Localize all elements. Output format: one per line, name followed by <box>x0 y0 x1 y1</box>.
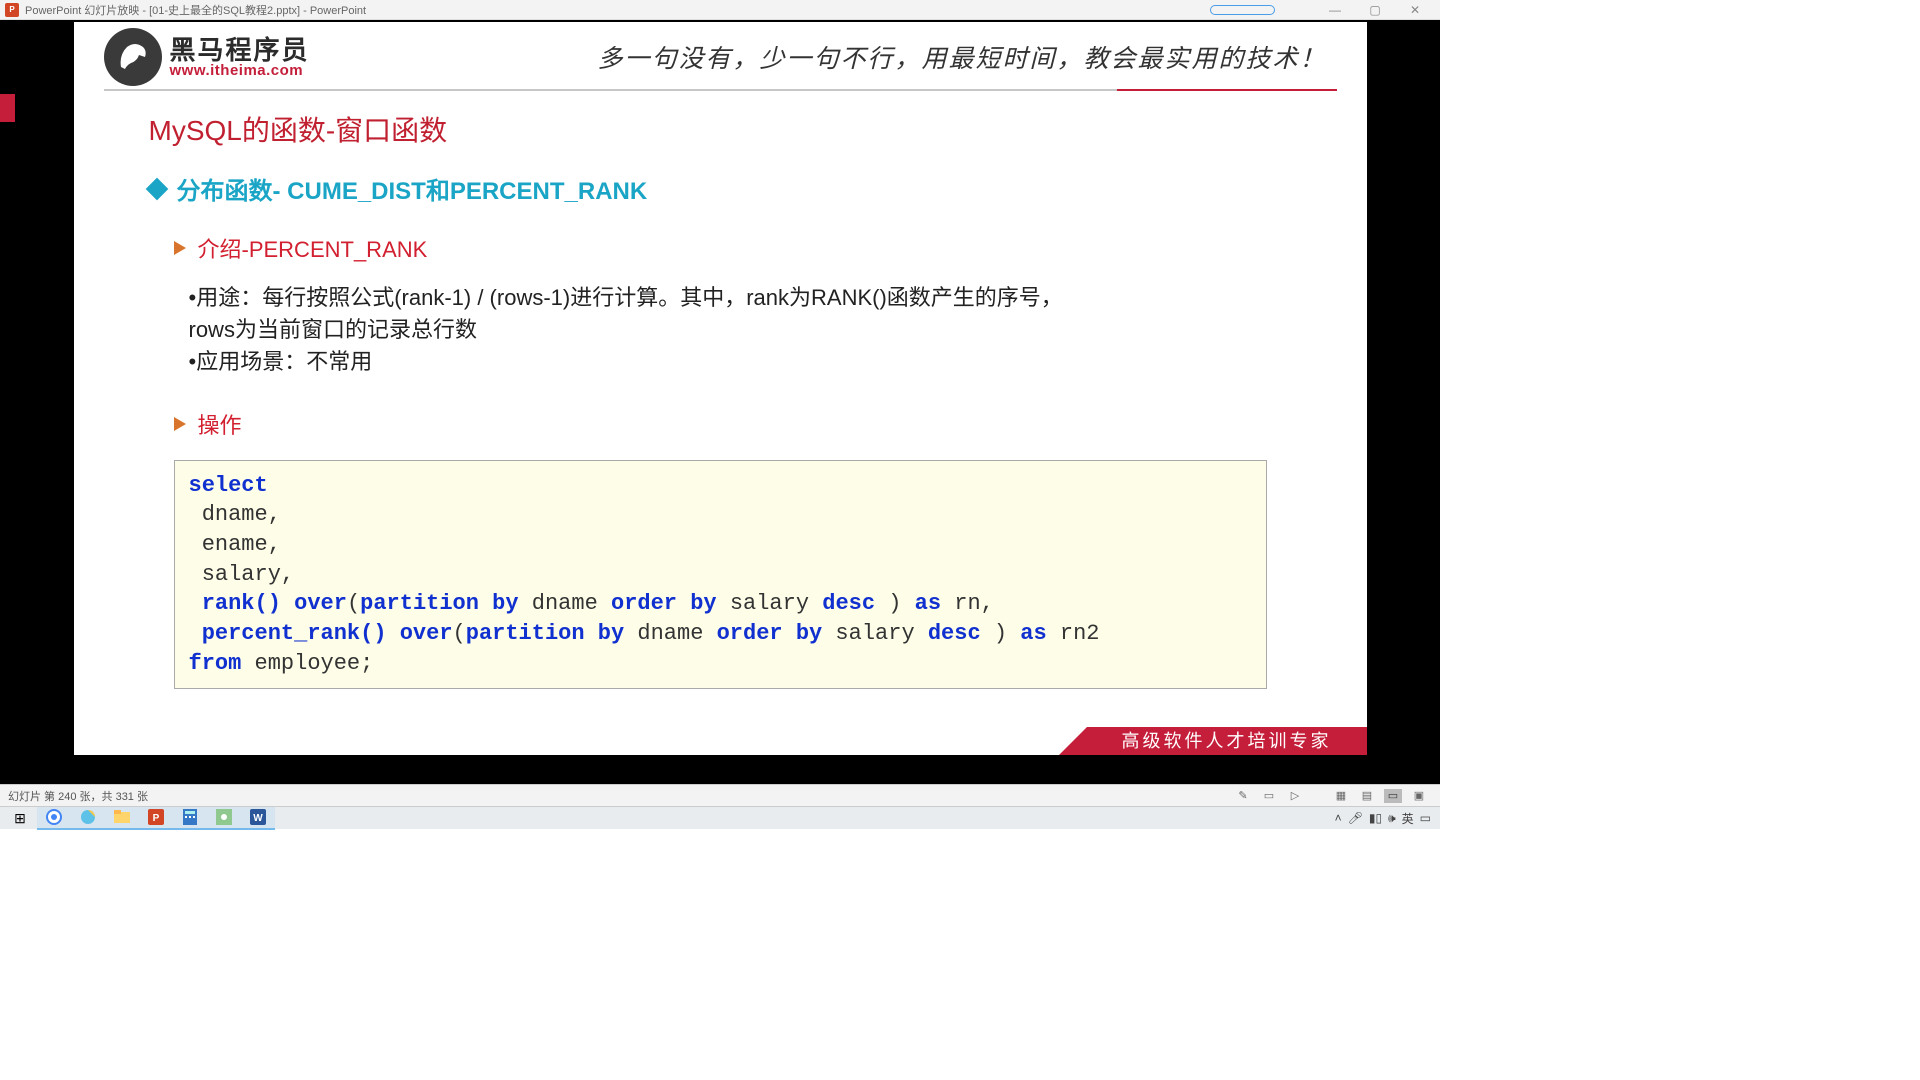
tray-chevron-up-icon[interactable]: ˄ <box>1335 811 1342 825</box>
taskbar-calculator-icon[interactable] <box>173 807 207 830</box>
code-block: select dname, ename, salary, rank() over… <box>174 460 1267 690</box>
logo: 黑马程序员 www.itheima.com <box>104 28 310 86</box>
description-block: •用途：每行按照公式(rank-1) / (rows-1)进行计算。其中，ran… <box>189 282 1109 378</box>
header-divider <box>104 89 1337 91</box>
code-line: salary, <box>189 560 1252 590</box>
taskbar-app-icon[interactable] <box>207 807 241 830</box>
subsection-operation: 操作 <box>174 408 1367 440</box>
reading-view-icon[interactable]: ▭ <box>1384 789 1402 803</box>
taskbar-explorer-icon[interactable] <box>105 807 139 830</box>
statusbar: 幻灯片 第 240 张，共 331 张 ✎ ▭ ▷ ▦ ▤ ▭ ▣ <box>0 784 1440 806</box>
footer-ribbon: 高级软件人才培训专家 <box>1087 727 1367 755</box>
code-line: ename, <box>189 530 1252 560</box>
normal-view-icon[interactable]: ▦ <box>1332 789 1350 803</box>
svg-text:W: W <box>253 813 263 824</box>
pen-tool-icon[interactable]: ✎ <box>1234 789 1252 803</box>
logo-icon <box>104 28 162 86</box>
section-heading-text: 分布函数- CUME_DIST和PERCENT_RANK <box>177 171 648 206</box>
subtitles-icon[interactable]: ▭ <box>1260 789 1278 803</box>
code-line: percent_rank() over(partition by dname o… <box>189 619 1252 649</box>
tray-volume-icon[interactable]: 🕪 <box>1388 811 1396 826</box>
tray-notifications-icon[interactable]: ▭ <box>1420 811 1431 825</box>
arrow-bullet-icon <box>174 417 186 431</box>
header-slogan: 多一句没有，少一句不行，用最短时间，教会最实用的技术！ <box>310 39 1337 75</box>
titlebar: P PowerPoint 幻灯片放映 - [01-史上最全的SQL教程2.ppt… <box>0 0 1440 20</box>
diamond-bullet-icon <box>145 177 168 200</box>
slide-header: 黑马程序员 www.itheima.com 多一句没有，少一句不行，用最短时间，… <box>74 22 1367 86</box>
subsection-intro-text: 介绍-PERCENT_RANK <box>198 232 428 264</box>
taskbar-browser-icon[interactable] <box>71 807 105 830</box>
code-line: dname, <box>189 500 1252 530</box>
slideshow-view-icon[interactable]: ▣ <box>1410 789 1428 803</box>
window-title: PowerPoint 幻灯片放映 - [01-史上最全的SQL教程2.pptx]… <box>25 2 366 18</box>
taskbar-powerpoint-icon[interactable]: P <box>139 807 173 830</box>
code-line: rank() over(partition by dname order by … <box>189 589 1252 619</box>
slideshow-stage[interactable]: 黑马程序员 www.itheima.com 多一句没有，少一句不行，用最短时间，… <box>0 20 1440 784</box>
section-heading: 分布函数- CUME_DIST和PERCENT_RANK <box>149 171 1367 206</box>
arrow-bullet-icon <box>174 241 186 255</box>
taskbar-word-icon[interactable]: W <box>241 807 275 830</box>
slide: 黑马程序员 www.itheima.com 多一句没有，少一句不行，用最短时间，… <box>74 22 1367 755</box>
desc-line-1: •用途：每行按照公式(rank-1) / (rows-1)进行计算。其中，ran… <box>189 282 1109 346</box>
minimize-button[interactable]: — <box>1315 3 1355 17</box>
system-tray: ˄ 🎤︎ ▮▯ 🕪 英 ▭ <box>1335 810 1437 827</box>
logo-text-cn: 黑马程序员 <box>170 37 310 63</box>
subsection-operation-text: 操作 <box>198 408 242 440</box>
play-icon[interactable]: ▷ <box>1286 789 1304 803</box>
tray-battery-icon[interactable]: ▮▯ <box>1369 811 1382 825</box>
svg-text:P: P <box>153 813 160 824</box>
code-kw: select <box>189 473 268 498</box>
taskbar-chrome-icon[interactable] <box>37 807 71 830</box>
maximize-button[interactable]: ▢ <box>1355 3 1395 17</box>
code-line: from employee; <box>189 649 1252 679</box>
recording-indicator[interactable] <box>1210 5 1275 15</box>
start-button[interactable]: ⊞ <box>3 807 37 830</box>
red-side-tab <box>0 94 15 122</box>
sorter-view-icon[interactable]: ▤ <box>1358 789 1376 803</box>
subsection-intro: 介绍-PERCENT_RANK <box>174 232 1367 264</box>
slide-counter: 幻灯片 第 240 张，共 331 张 <box>8 788 148 804</box>
tray-ime-icon[interactable]: 英 <box>1402 810 1414 827</box>
slide-title: MySQL的函数-窗口函数 <box>149 109 1367 149</box>
desc-line-2: •应用场景：不常用 <box>189 346 1109 378</box>
tray-microphone-icon[interactable]: 🎤︎ <box>1348 811 1363 825</box>
taskbar: ⊞ P W ˄ 🎤︎ ▮▯ 🕪 英 ▭ <box>0 806 1440 829</box>
logo-url: www.itheima.com <box>170 63 310 78</box>
close-button[interactable]: ✕ <box>1395 3 1435 17</box>
powerpoint-icon: P <box>5 3 19 17</box>
